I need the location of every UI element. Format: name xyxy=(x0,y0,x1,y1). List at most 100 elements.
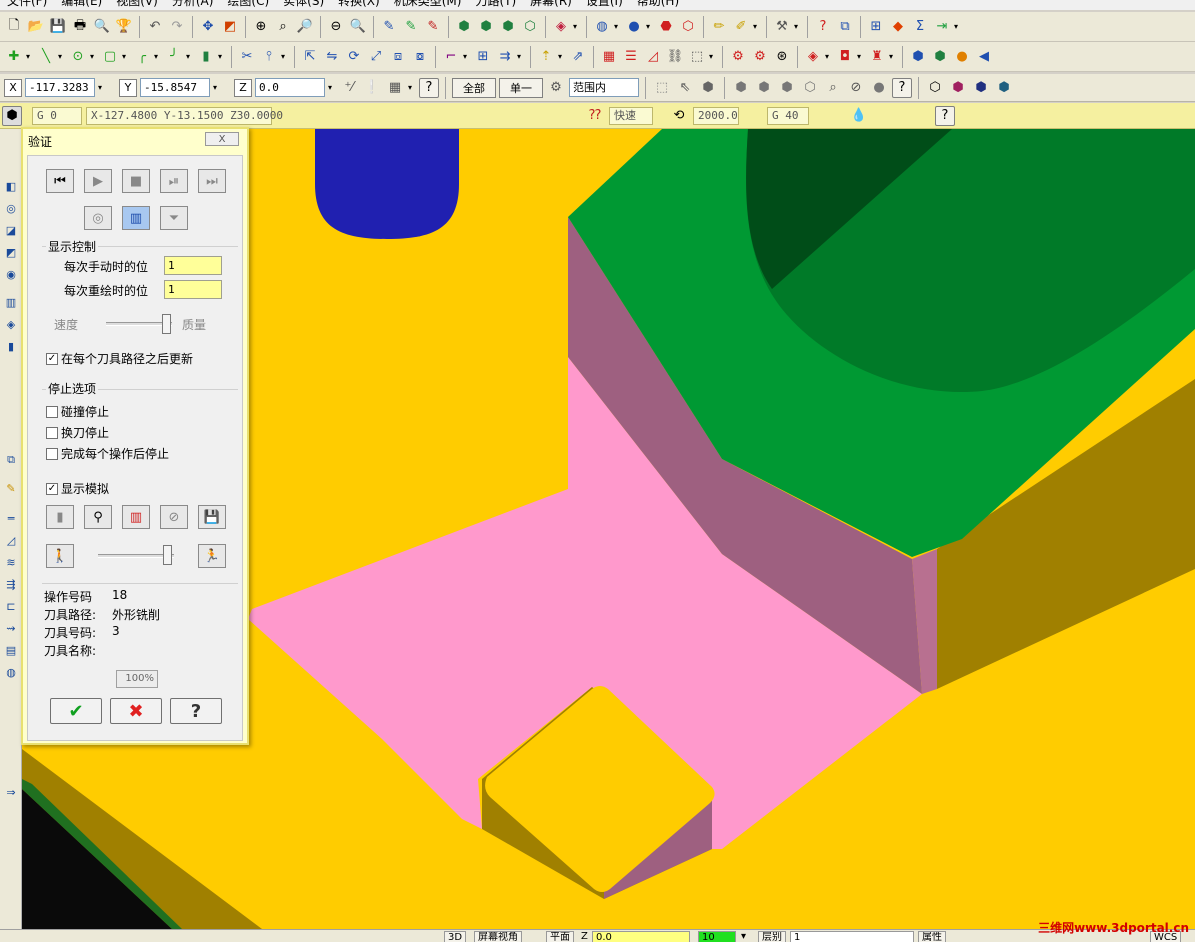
y-coord-dropdown-icon[interactable]: ▾ xyxy=(213,83,221,92)
print-preview-icon[interactable]: 🔍 xyxy=(92,17,112,37)
measure-icon[interactable]: ✏ xyxy=(709,17,729,37)
spline-dropdown-icon[interactable]: ▾ xyxy=(186,52,194,61)
left-tool-16-icon[interactable]: ◍ xyxy=(2,663,20,681)
orange-circle-icon[interactable]: ● xyxy=(952,47,972,67)
pencil-green-icon[interactable]: ✎ xyxy=(401,17,421,37)
body-select-icon[interactable]: ⬢ xyxy=(777,78,797,98)
sphere-grid-icon[interactable]: ⊛ xyxy=(772,47,792,67)
manual-step-input[interactable]: 1 xyxy=(164,256,222,275)
fast-forward-button[interactable]: ⏭ xyxy=(198,169,226,193)
print-icon[interactable]: 🖶 xyxy=(70,17,90,37)
circle-dropdown-icon[interactable]: ▾ xyxy=(90,52,98,61)
zoom-prev-icon[interactable]: 🔍 xyxy=(348,17,368,37)
chain-icon[interactable]: ⛓ xyxy=(665,47,685,67)
toolpath-up-dropdown-icon[interactable]: ▾ xyxy=(558,52,566,61)
pan-icon[interactable]: ✥ xyxy=(198,17,218,37)
shade-red-icon[interactable]: ⬢ xyxy=(948,78,968,98)
left-tool-12-icon[interactable]: ⇶ xyxy=(2,575,20,593)
shaded-dropdown-icon[interactable]: ▾ xyxy=(646,22,654,31)
shade-cube-icon[interactable]: ⬡ xyxy=(925,78,945,98)
view-iso-icon[interactable]: ⬡ xyxy=(520,17,540,37)
solid-outline-icon[interactable]: ⬡ xyxy=(678,17,698,37)
menu-analyze[interactable]: 分析(A) xyxy=(169,0,217,10)
play-button[interactable]: ▶ xyxy=(84,169,112,193)
offset-icon[interactable]: ⧈ xyxy=(388,47,408,67)
cancel-button[interactable]: ✖ xyxy=(110,698,162,724)
x-coord-input[interactable]: -117.3283 xyxy=(25,78,95,97)
back-arrow-icon[interactable]: ◀ xyxy=(974,47,994,67)
cube-view-icon[interactable]: ◈ xyxy=(551,17,571,37)
zoom-out-icon[interactable]: ⊖ xyxy=(326,17,346,37)
solid-select-icon[interactable]: ⬢ xyxy=(698,78,718,98)
screen-view-button[interactable]: 屏幕视角 xyxy=(474,931,522,942)
project-icon[interactable]: ⧇ xyxy=(410,47,430,67)
loop-select-icon[interactable]: ⬡ xyxy=(800,78,820,98)
tool-display-button[interactable]: ◎ xyxy=(84,206,112,230)
menu-screen[interactable]: 屏幕(R) xyxy=(527,0,575,10)
sim-chart-button[interactable]: ▥ xyxy=(122,505,150,529)
coord-help-icon[interactable]: ? xyxy=(419,77,439,98)
save-icon[interactable]: 💾 xyxy=(48,17,68,37)
left-tool-6-icon[interactable]: ▥ xyxy=(2,293,20,311)
left-pencil-icon[interactable]: ✎ xyxy=(2,479,20,497)
fillet-dropdown-icon[interactable]: ▾ xyxy=(154,52,162,61)
stock-red-icon[interactable]: ◈ xyxy=(803,47,823,67)
trim-icon[interactable]: ✂ xyxy=(237,47,257,67)
machine-cube2-icon[interactable]: ⬢ xyxy=(930,47,950,67)
left-tool-5-icon[interactable]: ◉ xyxy=(2,265,20,283)
new-file-icon[interactable]: 🗋 xyxy=(4,17,24,37)
mode-3d-button[interactable]: 3D xyxy=(444,931,467,942)
exit-icon[interactable]: ⇥ xyxy=(932,17,952,37)
layer-input[interactable]: 1 xyxy=(790,931,914,942)
tool-red-dropdown-icon[interactable]: ▾ xyxy=(889,52,897,61)
tool-dropdown-icon[interactable]: ▾ xyxy=(794,22,802,31)
window-select-icon[interactable]: ⬚ xyxy=(652,78,672,98)
snap-options-icon[interactable]: ▦ xyxy=(385,78,405,98)
menu-draw[interactable]: 绘图(C) xyxy=(224,0,272,10)
selection-filter-icon[interactable]: ⚙ xyxy=(546,78,566,98)
toolpath-up-icon[interactable]: ⇡ xyxy=(536,47,556,67)
ok-button[interactable]: ✔ xyxy=(50,698,102,724)
analyze-dropdown-icon[interactable]: ▾ xyxy=(753,22,761,31)
left-tool-8-icon[interactable]: ▮ xyxy=(2,337,20,355)
attributes-button[interactable]: 属性 xyxy=(918,931,946,942)
update-after-path-checkbox[interactable]: ✓ 在每个刀具路径之后更新 xyxy=(46,350,193,367)
shade-blue-icon[interactable]: ⬢ xyxy=(971,78,991,98)
cursor-select-icon[interactable]: ⇖ xyxy=(675,78,695,98)
wireframe-dropdown-icon[interactable]: ▾ xyxy=(614,22,622,31)
wireframe-sphere-icon[interactable]: ◍ xyxy=(592,17,612,37)
left-tool-7-icon[interactable]: ◈ xyxy=(2,315,20,333)
select-all-button[interactable]: 全部 xyxy=(452,77,496,98)
z-coord-dropdown-icon[interactable]: ▾ xyxy=(328,83,336,92)
mastercam-icon[interactable]: ◆ xyxy=(888,17,908,37)
status-help-icon[interactable]: ? xyxy=(935,105,955,126)
menu-toolpaths[interactable]: 刀路(T) xyxy=(472,0,519,10)
tool-icon[interactable]: ⚒ xyxy=(772,17,792,37)
sim-speed-slider-thumb[interactable] xyxy=(163,545,172,565)
scale-icon[interactable]: ⤢ xyxy=(366,47,386,67)
zoom-window-icon[interactable]: ⊕ xyxy=(251,17,271,37)
drill-icon[interactable]: ⇉ xyxy=(495,47,515,67)
face-select-icon[interactable]: ⬢ xyxy=(731,78,751,98)
align-icon[interactable]: ⊞ xyxy=(866,17,886,37)
undo-icon[interactable]: ↶ xyxy=(145,17,165,37)
shaded-sphere-icon[interactable]: ● xyxy=(624,17,644,37)
gray-circle-icon[interactable]: ● xyxy=(869,78,889,98)
point-dropdown-icon[interactable]: ▾ xyxy=(26,52,34,61)
cube-view-dropdown-icon[interactable]: ▾ xyxy=(573,22,581,31)
sim-compare-button[interactable]: ⊘ xyxy=(160,505,188,529)
mirror-icon[interactable]: ⇋ xyxy=(322,47,342,67)
edge-select-icon[interactable]: ⬢ xyxy=(754,78,774,98)
box-dropdown-icon[interactable]: ▾ xyxy=(709,52,717,61)
help-cursor-icon[interactable]: ? xyxy=(813,17,833,37)
rewind-button[interactable]: ⏮ xyxy=(46,169,74,193)
rectangle-dropdown-icon[interactable]: ▾ xyxy=(122,52,130,61)
sim-save-button[interactable]: 💾 xyxy=(198,505,226,529)
solid-red-icon[interactable]: ⬣ xyxy=(656,17,676,37)
stock-hatch-dropdown-icon[interactable]: ▾ xyxy=(857,52,865,61)
select-help-icon[interactable]: ? xyxy=(892,77,912,98)
pencil-blue-icon[interactable]: ✎ xyxy=(379,17,399,37)
step-forward-button[interactable]: ⏯ xyxy=(160,169,188,193)
pocket-icon[interactable]: ⊞ xyxy=(473,47,493,67)
menu-file[interactable]: 文件(F) xyxy=(4,0,50,10)
